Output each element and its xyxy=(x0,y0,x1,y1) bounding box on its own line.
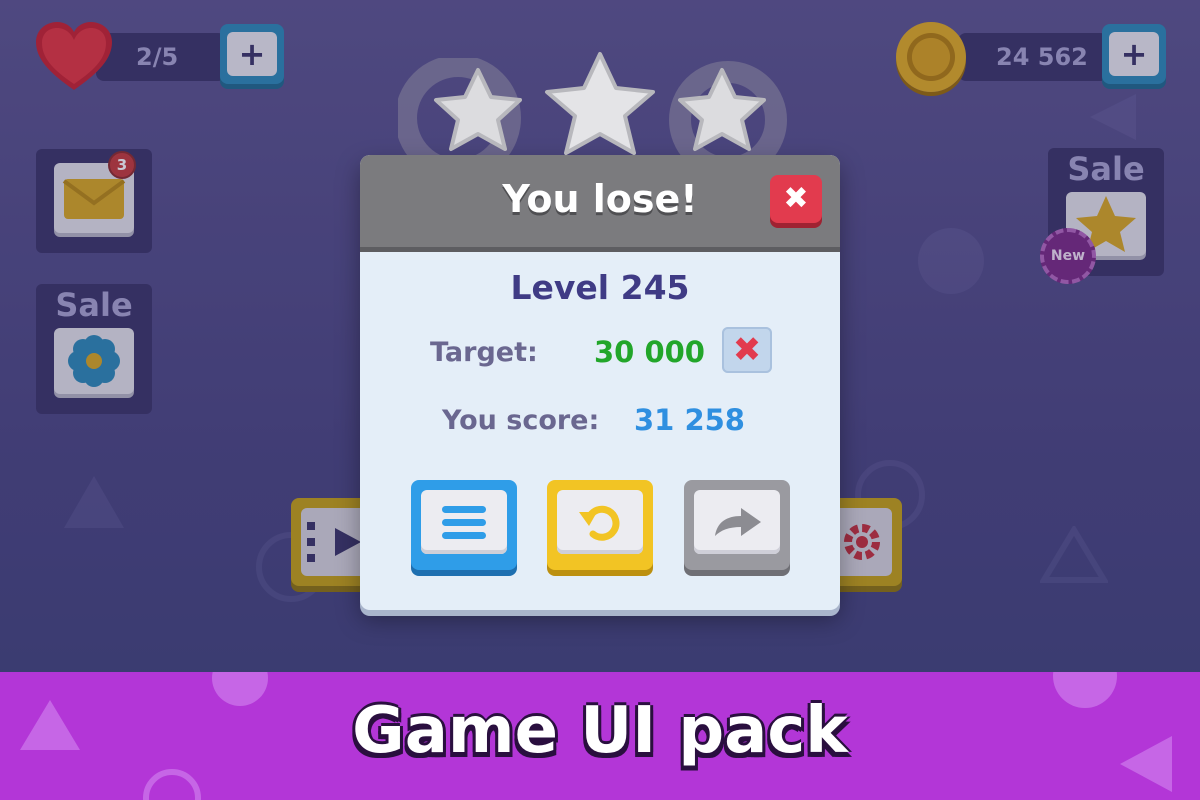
retry-icon xyxy=(579,505,620,541)
dialog-title: You lose! xyxy=(502,177,698,221)
next-tile xyxy=(694,490,780,554)
retry-button[interactable] xyxy=(547,480,653,570)
coins-value: 24 562 xyxy=(996,43,1088,71)
close-button[interactable]: ✖ xyxy=(770,175,822,223)
plus-icon: + xyxy=(1109,32,1159,76)
mail-card[interactable]: 3 xyxy=(36,149,152,253)
settings-tile xyxy=(832,508,892,576)
arrow-right-icon xyxy=(715,508,761,536)
star-sale-card[interactable]: Sale New xyxy=(1040,148,1164,284)
background-triangle xyxy=(1040,526,1108,583)
next-button[interactable] xyxy=(684,480,790,570)
lives-counter: 2/5 xyxy=(96,33,226,81)
heart-icon xyxy=(36,22,112,90)
sale-label: Sale xyxy=(55,286,133,324)
rating-stars xyxy=(434,52,766,155)
star-empty-icon xyxy=(545,52,655,155)
retry-tile xyxy=(557,490,643,554)
menu-tile xyxy=(421,490,507,554)
background-triangle xyxy=(64,476,124,528)
flower-tile xyxy=(54,328,134,394)
background-triangle xyxy=(1090,94,1136,140)
target-value: 30 000 xyxy=(594,335,705,369)
star-empty-icon xyxy=(434,68,522,151)
new-badge: New xyxy=(1040,228,1096,284)
banner-title: Game UI pack xyxy=(352,694,848,768)
lives-value: 2/5 xyxy=(136,43,179,71)
promo-banner: Game UI pack xyxy=(0,672,1200,800)
target-label: Target: xyxy=(430,337,538,368)
target-failed-icon: ✖ xyxy=(722,327,772,373)
menu-button[interactable] xyxy=(411,480,517,570)
plus-icon: + xyxy=(227,32,277,76)
mail-badge: 3 xyxy=(108,151,136,179)
flower-icon xyxy=(68,335,120,387)
score-value: 31 258 xyxy=(634,403,745,437)
coin-icon xyxy=(896,22,966,92)
level-label: Level 245 xyxy=(510,268,690,307)
background-circle xyxy=(918,228,984,294)
flower-sale-card[interactable]: Sale xyxy=(36,284,152,414)
coins-counter: 24 562 xyxy=(958,33,1108,81)
menu-icon xyxy=(442,506,486,539)
sale-label: Sale xyxy=(1067,150,1145,188)
star-empty-icon xyxy=(678,68,766,151)
add-lives-button[interactable]: + xyxy=(220,24,284,84)
gear-icon xyxy=(844,524,880,560)
score-label: You score: xyxy=(442,405,600,436)
add-coins-button[interactable]: + xyxy=(1102,24,1166,84)
